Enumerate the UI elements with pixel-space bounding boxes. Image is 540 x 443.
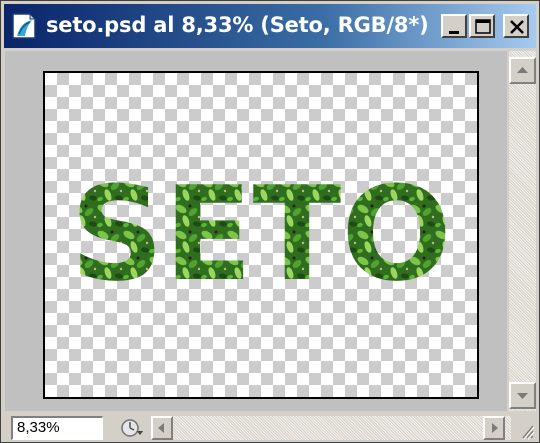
title-bar[interactable]: seto.psd al 8,33% (Seto, RGB/8*)	[4, 4, 536, 48]
arrow-left-icon	[158, 423, 164, 433]
arrow-right-icon	[492, 423, 498, 433]
maximize-icon	[475, 19, 491, 34]
canvas-area[interactable]: SETO	[5, 51, 507, 411]
artwork-text: SETO	[70, 158, 452, 310]
window-title: seto.psd al 8,33% (Seto, RGB/8*)	[46, 13, 429, 37]
document-window: seto.psd al 8,33% (Seto, RGB/8*) SETO 8,…	[0, 0, 540, 443]
close-button[interactable]	[503, 14, 529, 38]
scroll-up-button[interactable]	[509, 57, 536, 84]
vertical-scrollbar[interactable]	[509, 51, 536, 411]
status-bar: 8,33%	[5, 412, 536, 442]
status-menu-icon[interactable]	[117, 416, 145, 440]
arrow-down-icon	[517, 393, 528, 399]
minimize-button[interactable]	[441, 14, 467, 38]
minimize-icon	[449, 31, 459, 34]
photoshop-document-icon	[12, 12, 37, 39]
scroll-left-button[interactable]	[151, 416, 173, 440]
zoom-input[interactable]: 8,33%	[11, 416, 103, 440]
scroll-right-button[interactable]	[483, 416, 505, 440]
seto-artwork: SETO	[70, 158, 452, 310]
scroll-down-button[interactable]	[509, 382, 536, 409]
maximize-button[interactable]	[469, 14, 495, 38]
close-icon	[510, 20, 524, 34]
horizontal-scrollbar[interactable]	[151, 416, 511, 440]
resize-grip-icon[interactable]	[515, 416, 535, 440]
document-canvas[interactable]: SETO	[43, 71, 479, 399]
arrow-up-icon	[517, 67, 528, 73]
